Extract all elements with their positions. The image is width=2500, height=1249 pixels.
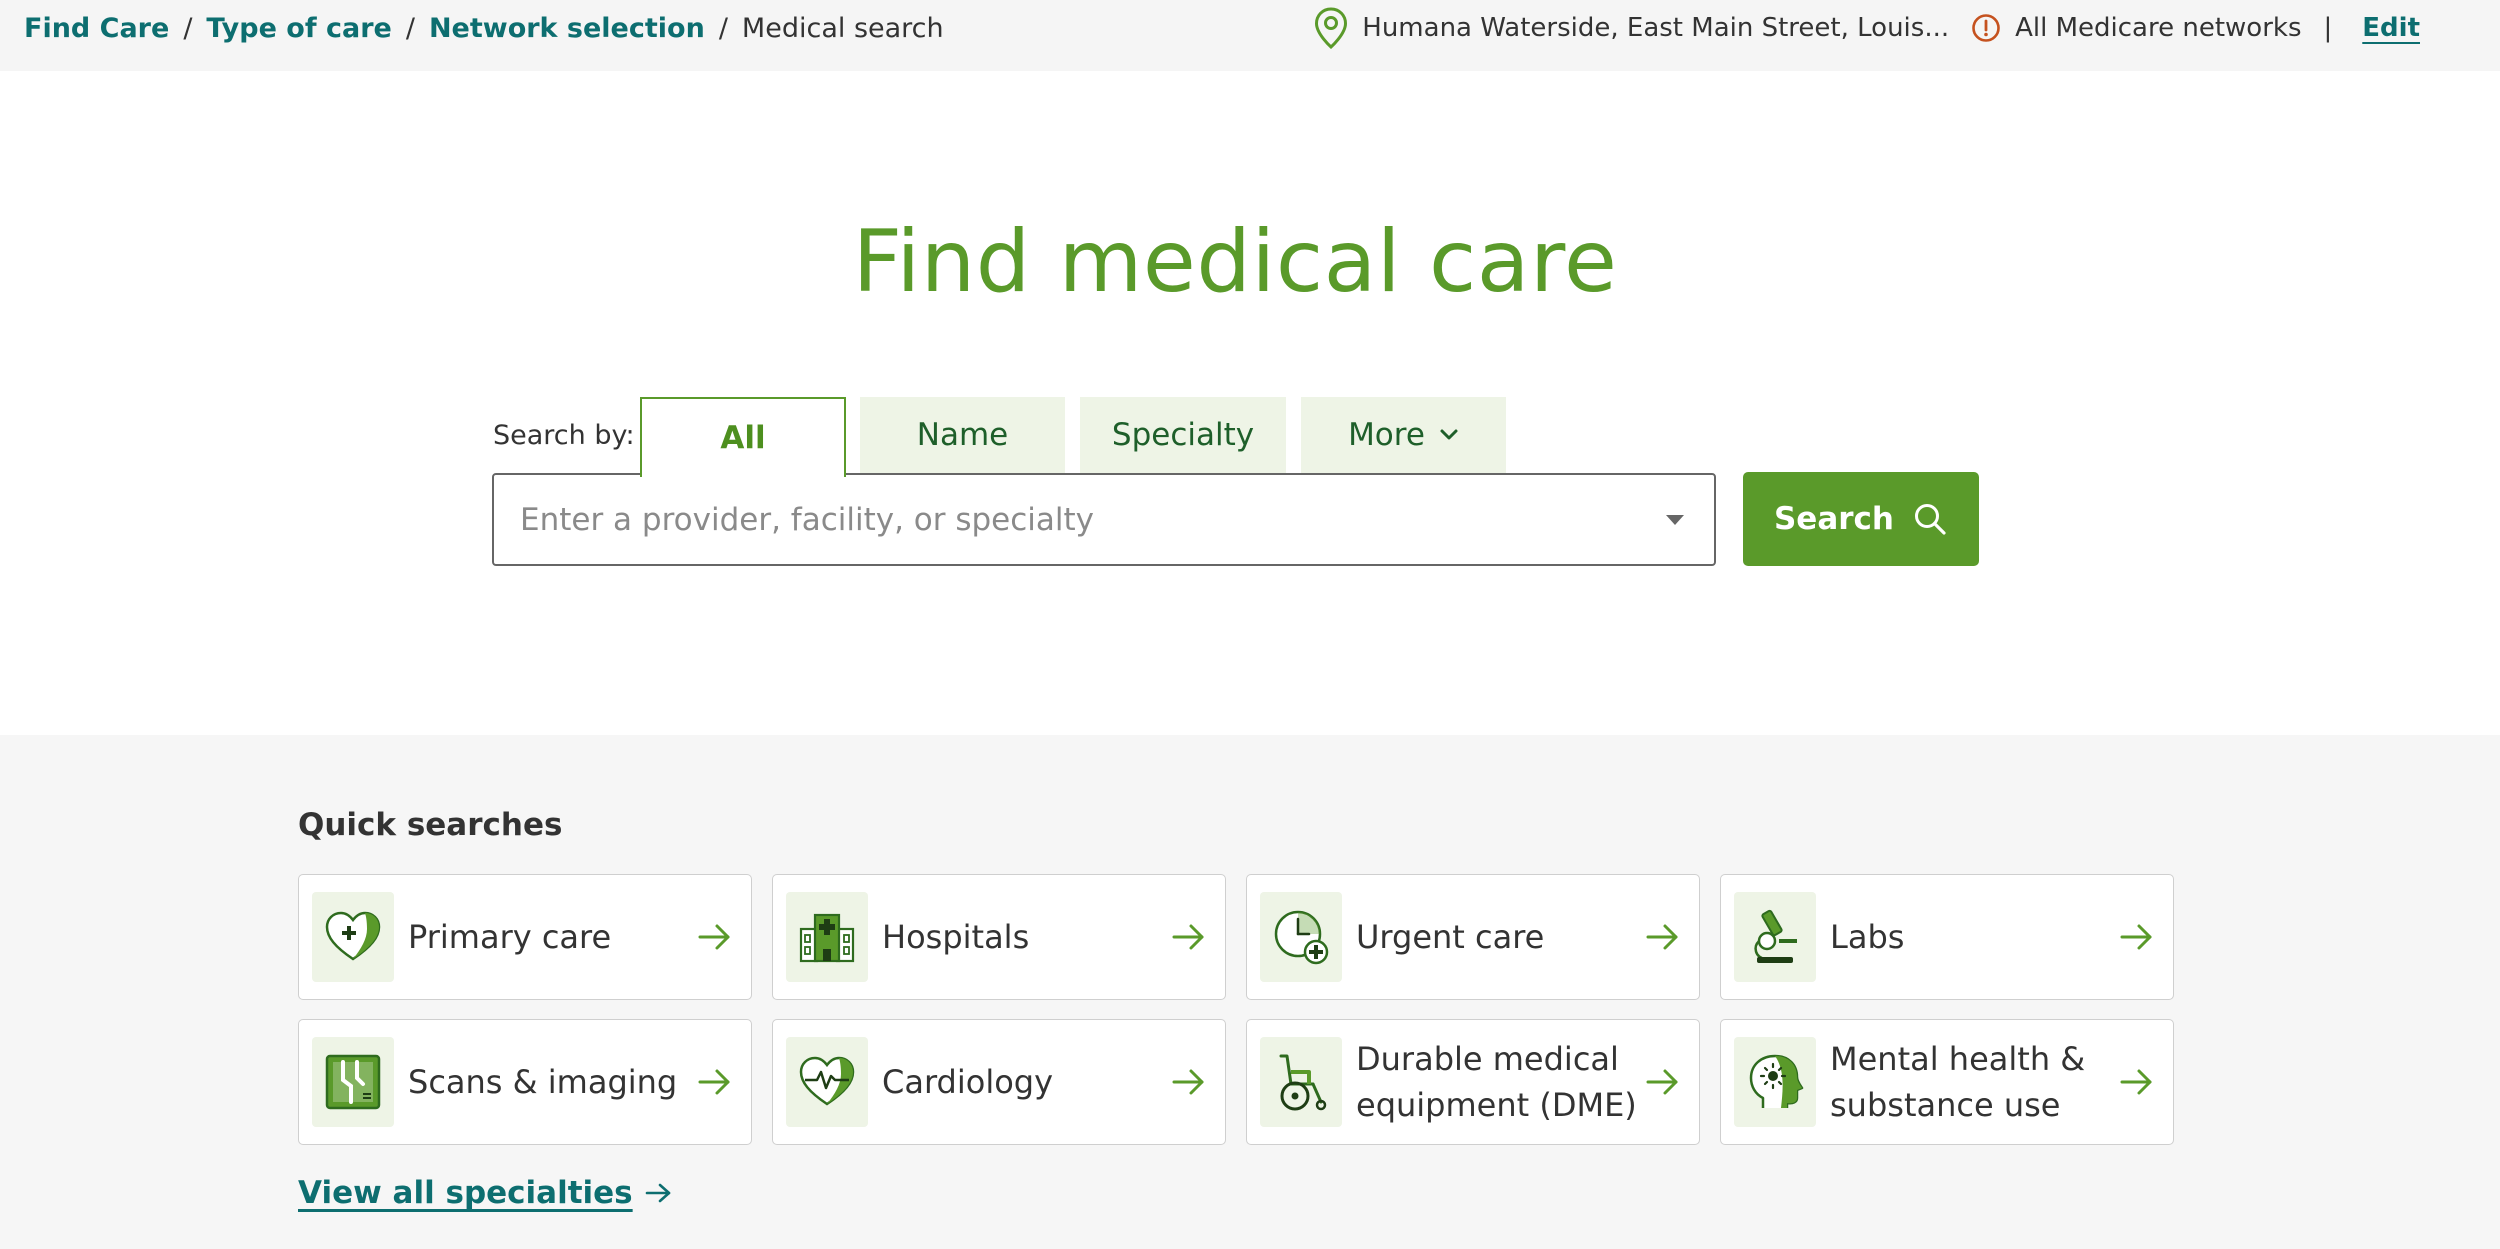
arrow-right-icon [1646,924,1678,950]
network-label: All Medicare networks [2015,13,2302,43]
tab-label: All [720,420,766,456]
warning-icon [1972,14,2000,42]
breadcrumb: Find Care / Type of care / Network selec… [24,10,944,46]
microscope-icon [1734,892,1816,982]
quick-search-scans-imaging[interactable]: Scans & imaging [298,1019,752,1145]
view-all-label: View all specialties [298,1175,633,1211]
view-all-specialties-link[interactable]: View all specialties [298,1175,673,1211]
breadcrumb-type-of-care[interactable]: Type of care [206,13,391,44]
breadcrumb-find-care[interactable]: Find Care [24,13,169,44]
quick-search-label: Mental health & substance use [1830,1040,2086,1124]
heartbeat-icon [786,1037,868,1127]
arrow-right-icon [698,924,730,950]
quick-search-labs[interactable]: Labs [1720,874,2174,1000]
quick-search-label: Labs [1830,918,1905,956]
location-pin-icon [1315,7,1348,49]
quick-search-cardiology[interactable]: Cardiology [772,1019,1226,1145]
breadcrumb-separator: / [718,12,728,44]
clock-plus-icon [1260,892,1342,982]
arrow-right-icon [698,1069,730,1095]
tab-label: More [1348,417,1425,453]
quick-search-dme[interactable]: Durable medical equipment (DME) [1246,1019,1700,1145]
wheelchair-icon [1260,1037,1342,1127]
arrow-right-icon [2120,1069,2152,1095]
search-by-label: Search by: [493,420,635,451]
edit-location-link[interactable]: Edit [2362,13,2420,43]
hospital-icon [786,892,868,982]
search-button[interactable]: Search [1743,472,1979,566]
tab-label: Name [916,417,1009,453]
breadcrumb-network-selection[interactable]: Network selection [429,13,705,44]
quick-search-mental-health[interactable]: Mental health & substance use [1720,1019,2174,1145]
tab-label: Specialty [1111,417,1255,453]
search-combobox [492,473,1716,566]
search-button-label: Search [1773,501,1894,537]
quick-search-primary-care[interactable]: Primary care [298,874,752,1000]
quick-search-label: Primary care [408,918,612,956]
quick-search-label: Hospitals [882,918,1030,956]
quick-searches-title: Quick searches [298,807,563,843]
quick-search-label: Scans & imaging [408,1063,678,1101]
search-input[interactable] [520,489,1620,550]
dropdown-caret-icon[interactable] [1666,515,1684,525]
arrow-right-icon [1646,1069,1678,1095]
xray-icon [312,1037,394,1127]
breadcrumb-separator: / [183,12,193,44]
head-icon [1734,1037,1816,1127]
chevron-down-icon [1440,429,1458,440]
quick-search-label: Urgent care [1356,918,1545,956]
arrow-right-icon [1172,924,1204,950]
location-address: Humana Waterside, East Main Street, Loui… [1362,13,1950,43]
tab-name[interactable]: Name [860,397,1065,473]
arrow-right-icon [1172,1069,1204,1095]
heart-plus-icon [312,892,394,982]
tab-more[interactable]: More [1301,397,1506,473]
top-bar: Find Care / Type of care / Network selec… [0,0,2500,71]
breadcrumb-current: Medical search [741,12,944,44]
quick-search-label: Durable medical equipment (DME) [1356,1040,1637,1124]
arrow-right-icon [2120,924,2152,950]
divider: | [2323,13,2333,43]
tab-specialty[interactable]: Specialty [1080,397,1286,473]
tab-all[interactable]: All [640,397,846,477]
location-summary: Humana Waterside, East Main Street, Loui… [1314,6,2500,50]
arrow-right-icon [645,1183,670,1203]
quick-search-hospitals[interactable]: Hospitals [772,874,1226,1000]
search-icon [1915,504,1946,535]
quick-search-label: Cardiology [882,1063,1054,1101]
page-title: Find medical care [852,212,1618,312]
quick-search-urgent-care[interactable]: Urgent care [1246,874,1700,1000]
breadcrumb-separator: / [405,12,415,44]
